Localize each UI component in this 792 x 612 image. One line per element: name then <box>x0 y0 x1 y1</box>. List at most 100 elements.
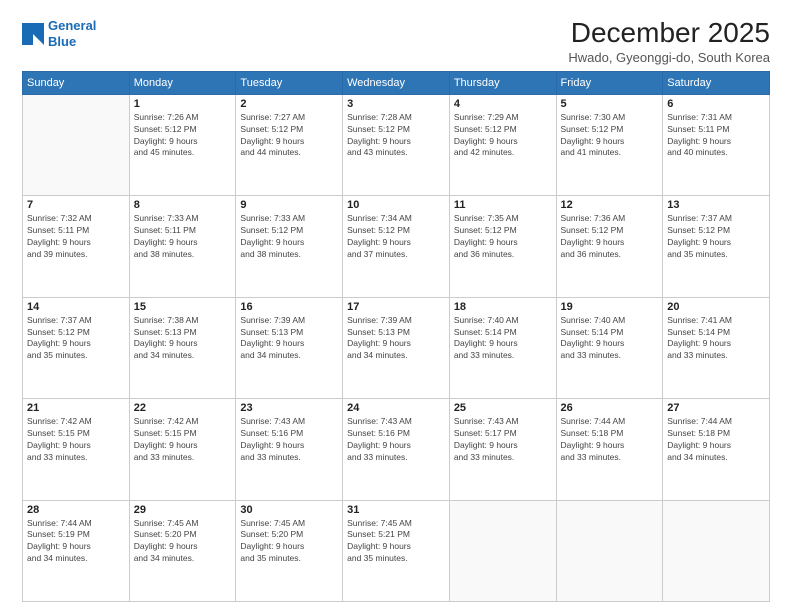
day-number: 22 <box>134 402 232 414</box>
calendar-cell: 26 Sunrise: 7:44 AM Sunset: 5:18 PM Dayli… <box>556 399 663 500</box>
day-info: Sunrise: 7:38 AM Sunset: 5:13 PM Dayligh… <box>134 315 232 363</box>
logo-blue: Blue <box>48 34 76 49</box>
day-number: 14 <box>27 301 125 313</box>
col-monday: Monday <box>129 71 236 94</box>
calendar-cell: 3 Sunrise: 7:28 AM Sunset: 5:12 PM Daylig… <box>343 94 450 195</box>
col-friday: Friday <box>556 71 663 94</box>
calendar-cell: 12 Sunrise: 7:36 AM Sunset: 5:12 PM Dayli… <box>556 196 663 297</box>
logo-text: General Blue <box>48 18 96 49</box>
day-number: 3 <box>347 98 445 110</box>
calendar-cell: 5 Sunrise: 7:30 AM Sunset: 5:12 PM Daylig… <box>556 94 663 195</box>
logo-general: General <box>48 18 96 33</box>
calendar-header-row: Sunday Monday Tuesday Wednesday Thursday… <box>23 71 770 94</box>
day-number: 11 <box>454 199 552 211</box>
day-number: 28 <box>27 504 125 516</box>
calendar-cell: 25 Sunrise: 7:43 AM Sunset: 5:17 PM Dayli… <box>449 399 556 500</box>
day-number: 4 <box>454 98 552 110</box>
day-number: 25 <box>454 402 552 414</box>
main-title: December 2025 <box>568 18 770 49</box>
day-info: Sunrise: 7:44 AM Sunset: 5:18 PM Dayligh… <box>667 416 765 464</box>
day-info: Sunrise: 7:36 AM Sunset: 5:12 PM Dayligh… <box>561 213 659 261</box>
subtitle: Hwado, Gyeonggi-do, South Korea <box>568 50 770 65</box>
day-info: Sunrise: 7:28 AM Sunset: 5:12 PM Dayligh… <box>347 112 445 160</box>
calendar-cell: 20Sunrise: 7:41 AM Sunset: 5:14 PM Dayli… <box>663 297 770 398</box>
calendar-week-3: 21 Sunrise: 7:42 AM Sunset: 5:15 PM Dayli… <box>23 399 770 500</box>
day-number: 13 <box>667 199 765 211</box>
calendar-week-0: 1 Sunrise: 7:26 AM Sunset: 5:12 PM Daylig… <box>23 94 770 195</box>
logo-icon <box>22 23 44 45</box>
day-number: 15 <box>134 301 232 313</box>
calendar-cell: 7 Sunrise: 7:32 AM Sunset: 5:11 PM Daylig… <box>23 196 130 297</box>
col-saturday: Saturday <box>663 71 770 94</box>
calendar-cell: 19Sunrise: 7:40 AM Sunset: 5:14 PM Dayli… <box>556 297 663 398</box>
day-number: 9 <box>240 199 338 211</box>
calendar-cell: 9 Sunrise: 7:33 AM Sunset: 5:12 PM Daylig… <box>236 196 343 297</box>
calendar-cell <box>23 94 130 195</box>
day-number: 24 <box>347 402 445 414</box>
day-number: 21 <box>27 402 125 414</box>
calendar-cell: 17 Sunrise: 7:39 AM Sunset: 5:13 PM Dayli… <box>343 297 450 398</box>
calendar-cell <box>449 500 556 601</box>
day-info: Sunrise: 7:42 AM Sunset: 5:15 PM Dayligh… <box>134 416 232 464</box>
calendar-cell <box>556 500 663 601</box>
day-info: Sunrise: 7:37 AM Sunset: 5:12 PM Dayligh… <box>667 213 765 261</box>
day-info: Sunrise: 7:27 AM Sunset: 5:12 PM Dayligh… <box>240 112 338 160</box>
day-number: 8 <box>134 199 232 211</box>
day-info: Sunrise: 7:41 AM Sunset: 5:14 PM Dayligh… <box>667 315 765 363</box>
col-sunday: Sunday <box>23 71 130 94</box>
col-tuesday: Tuesday <box>236 71 343 94</box>
page: General Blue December 2025 Hwado, Gyeong… <box>0 0 792 612</box>
calendar-week-1: 7 Sunrise: 7:32 AM Sunset: 5:11 PM Daylig… <box>23 196 770 297</box>
day-number: 19 <box>561 301 659 313</box>
col-wednesday: Wednesday <box>343 71 450 94</box>
day-info: Sunrise: 7:34 AM Sunset: 5:12 PM Dayligh… <box>347 213 445 261</box>
calendar-cell: 10 Sunrise: 7:34 AM Sunset: 5:12 PM Dayli… <box>343 196 450 297</box>
day-number: 12 <box>561 199 659 211</box>
day-info: Sunrise: 7:44 AM Sunset: 5:19 PM Dayligh… <box>27 518 125 566</box>
day-number: 1 <box>134 98 232 110</box>
calendar-cell: 13 Sunrise: 7:37 AM Sunset: 5:12 PM Dayli… <box>663 196 770 297</box>
header: General Blue December 2025 Hwado, Gyeong… <box>22 18 770 65</box>
day-info: Sunrise: 7:26 AM Sunset: 5:12 PM Dayligh… <box>134 112 232 160</box>
day-info: Sunrise: 7:39 AM Sunset: 5:13 PM Dayligh… <box>347 315 445 363</box>
calendar-cell: 15 Sunrise: 7:38 AM Sunset: 5:13 PM Dayli… <box>129 297 236 398</box>
calendar-cell: 6 Sunrise: 7:31 AM Sunset: 5:11 PM Daylig… <box>663 94 770 195</box>
day-number: 6 <box>667 98 765 110</box>
calendar-cell: 18Sunrise: 7:40 AM Sunset: 5:14 PM Dayli… <box>449 297 556 398</box>
day-number: 29 <box>134 504 232 516</box>
day-number: 7 <box>27 199 125 211</box>
calendar-cell: 21 Sunrise: 7:42 AM Sunset: 5:15 PM Dayli… <box>23 399 130 500</box>
day-number: 31 <box>347 504 445 516</box>
logo: General Blue <box>22 18 96 49</box>
day-number: 27 <box>667 402 765 414</box>
day-number: 5 <box>561 98 659 110</box>
day-info: Sunrise: 7:32 AM Sunset: 5:11 PM Dayligh… <box>27 213 125 261</box>
day-info: Sunrise: 7:45 AM Sunset: 5:20 PM Dayligh… <box>240 518 338 566</box>
day-info: Sunrise: 7:44 AM Sunset: 5:18 PM Dayligh… <box>561 416 659 464</box>
day-info: Sunrise: 7:30 AM Sunset: 5:12 PM Dayligh… <box>561 112 659 160</box>
day-number: 17 <box>347 301 445 313</box>
day-info: Sunrise: 7:43 AM Sunset: 5:16 PM Dayligh… <box>347 416 445 464</box>
calendar-cell: 8Sunrise: 7:33 AM Sunset: 5:11 PM Daylig… <box>129 196 236 297</box>
calendar-cell: 4Sunrise: 7:29 AM Sunset: 5:12 PM Daylig… <box>449 94 556 195</box>
day-number: 10 <box>347 199 445 211</box>
day-info: Sunrise: 7:45 AM Sunset: 5:20 PM Dayligh… <box>134 518 232 566</box>
calendar-cell: 31Sunrise: 7:45 AM Sunset: 5:21 PM Dayli… <box>343 500 450 601</box>
calendar-cell: 27 Sunrise: 7:44 AM Sunset: 5:18 PM Dayli… <box>663 399 770 500</box>
day-number: 23 <box>240 402 338 414</box>
day-number: 16 <box>240 301 338 313</box>
calendar-cell: 28 Sunrise: 7:44 AM Sunset: 5:19 PM Dayli… <box>23 500 130 601</box>
day-info: Sunrise: 7:33 AM Sunset: 5:12 PM Dayligh… <box>240 213 338 261</box>
title-block: December 2025 Hwado, Gyeonggi-do, South … <box>568 18 770 65</box>
day-number: 26 <box>561 402 659 414</box>
calendar-cell: 30Sunrise: 7:45 AM Sunset: 5:20 PM Dayli… <box>236 500 343 601</box>
day-info: Sunrise: 7:43 AM Sunset: 5:17 PM Dayligh… <box>454 416 552 464</box>
calendar-cell: 23 Sunrise: 7:43 AM Sunset: 5:16 PM Dayli… <box>236 399 343 500</box>
day-info: Sunrise: 7:43 AM Sunset: 5:16 PM Dayligh… <box>240 416 338 464</box>
day-info: Sunrise: 7:35 AM Sunset: 5:12 PM Dayligh… <box>454 213 552 261</box>
day-number: 18 <box>454 301 552 313</box>
calendar-cell <box>663 500 770 601</box>
day-info: Sunrise: 7:39 AM Sunset: 5:13 PM Dayligh… <box>240 315 338 363</box>
day-info: Sunrise: 7:31 AM Sunset: 5:11 PM Dayligh… <box>667 112 765 160</box>
day-info: Sunrise: 7:42 AM Sunset: 5:15 PM Dayligh… <box>27 416 125 464</box>
